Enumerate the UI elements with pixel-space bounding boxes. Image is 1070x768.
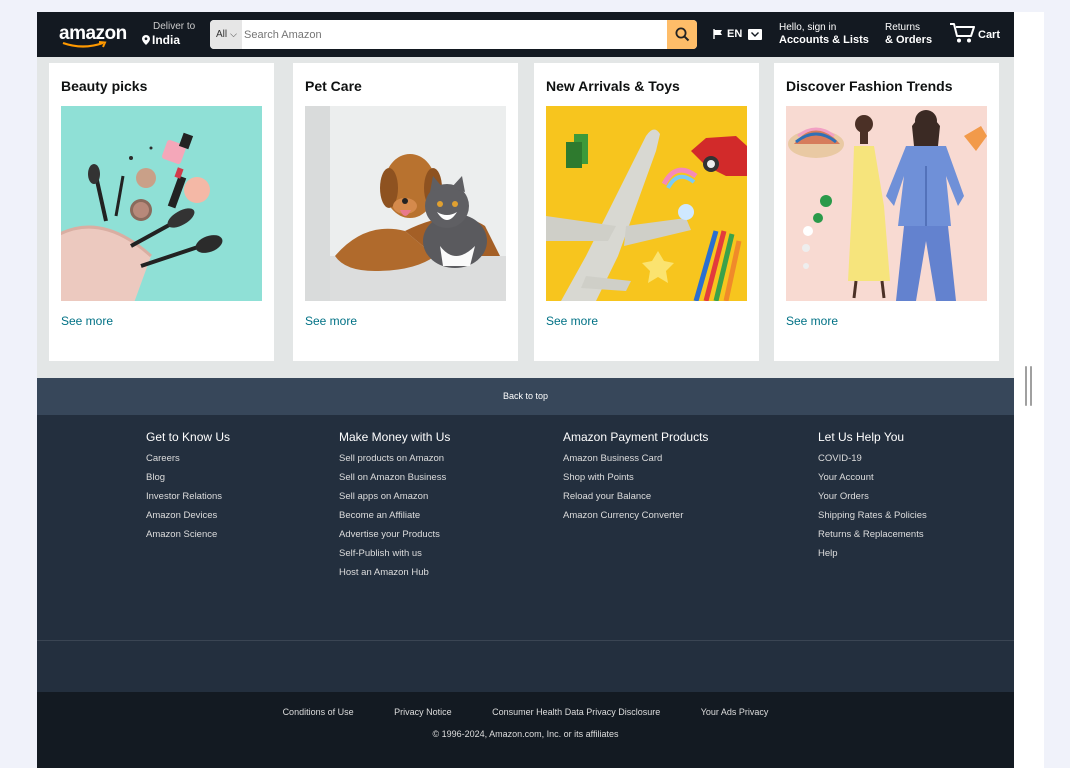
footer-link[interactable]: Amazon Science	[146, 525, 230, 544]
search-scope-dropdown[interactable]: All ⌵	[210, 20, 242, 49]
returns-label: Returns	[885, 22, 921, 33]
card-title: Pet Care	[305, 78, 362, 94]
deliver-to[interactable]: Deliver to India	[142, 21, 195, 47]
footer-link[interactable]: Blog	[146, 468, 230, 487]
pet-care-image[interactable]	[305, 106, 506, 301]
search-button[interactable]	[667, 20, 697, 49]
chevron-down-icon	[748, 28, 763, 40]
cart-label: Cart	[978, 29, 1001, 41]
deliver-label: Deliver to	[153, 21, 196, 32]
footer-link[interactable]: Investor Relations	[146, 487, 230, 506]
footer-column-get-to-know-us: Get to Know Us Careers Blog Investor Rel…	[146, 430, 230, 544]
ads-privacy-link[interactable]: Your Ads Privacy	[701, 707, 769, 717]
legal-links: Conditions of Use Privacy Notice Consume…	[37, 707, 1014, 717]
amazon-page: amazon Deliver to India All ⌵ Search Ama…	[37, 12, 1014, 768]
footer-column-make-money: Make Money with Us Sell products on Amaz…	[339, 430, 450, 582]
back-to-top-button[interactable]: Back to top	[37, 378, 1014, 415]
footer-link[interactable]: Sell products on Amazon	[339, 449, 450, 468]
account-label: Accounts & Lists	[779, 34, 869, 46]
see-more-link[interactable]: See more	[546, 314, 598, 328]
fashion-image[interactable]	[786, 106, 987, 301]
footer-links: Get to Know Us Careers Blog Investor Rel…	[37, 415, 1014, 640]
footer-link[interactable]: Host an Amazon Hub	[339, 563, 450, 582]
flag-icon	[713, 29, 722, 39]
search-scope-label: All	[216, 29, 228, 40]
footer-link[interactable]: Shipping Rates & Policies	[818, 506, 927, 525]
card-title: Discover Fashion Trends	[786, 78, 953, 94]
copyright: © 1996-2024, Amazon.com, Inc. or its aff…	[432, 729, 619, 739]
chevron-down-icon: ⌵	[230, 29, 237, 39]
cart-icon	[950, 23, 975, 43]
footer-heading: Let Us Help You	[818, 430, 905, 444]
card-title: New Arrivals & Toys	[546, 78, 680, 94]
location-pin-icon	[142, 35, 150, 45]
toys-image[interactable]	[546, 106, 747, 301]
account-lists[interactable]: Hello, sign in Accounts & Lists	[779, 22, 869, 47]
footer-link[interactable]: Your Orders	[818, 487, 927, 506]
footer-link[interactable]: Careers	[146, 449, 230, 468]
privacy-notice-link[interactable]: Privacy Notice	[394, 707, 452, 717]
footer-bottom: Conditions of Use Privacy Notice Consume…	[37, 692, 1014, 768]
top-nav: amazon Deliver to India All ⌵ Search Ama…	[37, 12, 1014, 57]
footer-link[interactable]: Amazon Devices	[146, 506, 230, 525]
see-more-link[interactable]: See more	[305, 314, 357, 328]
footer-link[interactable]: Shop with Points	[563, 468, 708, 487]
footer-link[interactable]: Help	[818, 544, 927, 563]
footer-column-payment-products: Amazon Payment Products Amazon Business …	[563, 430, 708, 525]
card-pet-care: Pet Care See more	[293, 63, 518, 361]
amazon-logo[interactable]: amazon	[59, 23, 127, 53]
account-greeting: Hello, sign in	[779, 22, 837, 33]
footer-heading: Get to Know Us	[146, 430, 231, 444]
footer-link[interactable]: Amazon Currency Converter	[563, 506, 708, 525]
language-selector[interactable]: EN	[713, 28, 763, 40]
cart-button[interactable]: Cart	[949, 22, 1000, 44]
card-new-arrivals-toys: New Arrivals & Toys See more	[534, 63, 759, 361]
footer-spacer	[37, 641, 1014, 692]
scrollbar-handle[interactable]	[1025, 366, 1033, 406]
see-more-link[interactable]: See more	[61, 314, 113, 328]
search-input[interactable]	[244, 20, 664, 49]
health-data-privacy-link[interactable]: Consumer Health Data Privacy Disclosure	[492, 707, 660, 717]
beauty-products-image[interactable]	[61, 106, 262, 301]
footer-link[interactable]: Self-Publish with us	[339, 544, 450, 563]
search-bar: All ⌵	[210, 20, 697, 49]
footer-column-help: Let Us Help You COVID-19 Your Account Yo…	[818, 430, 927, 563]
card-fashion-trends: Discover Fashion Trends See more	[774, 63, 999, 361]
footer-link[interactable]: Your Account	[818, 468, 927, 487]
footer-link[interactable]: Sell on Amazon Business	[339, 468, 450, 487]
footer-link[interactable]: Amazon Business Card	[563, 449, 708, 468]
see-more-link[interactable]: See more	[786, 314, 838, 328]
language-code: EN	[727, 28, 743, 40]
footer-link[interactable]: Returns & Replacements	[818, 525, 927, 544]
smile-arrow-icon	[62, 41, 107, 48]
orders-label: & Orders	[885, 34, 933, 46]
footer-link[interactable]: COVID-19	[818, 449, 927, 468]
search-icon	[675, 27, 689, 42]
footer-heading: Amazon Payment Products	[563, 430, 709, 444]
returns-orders[interactable]: Returns & Orders	[885, 22, 932, 47]
footer-link[interactable]: Become an Affiliate	[339, 506, 450, 525]
card-title: Beauty picks	[61, 78, 148, 94]
card-beauty-picks: Beauty picks See more	[49, 63, 274, 361]
conditions-of-use-link[interactable]: Conditions of Use	[283, 707, 354, 717]
footer-heading: Make Money with Us	[339, 430, 451, 444]
deliver-country: India	[152, 33, 181, 47]
footer-link[interactable]: Reload your Balance	[563, 487, 708, 506]
footer-link[interactable]: Advertise your Products	[339, 525, 450, 544]
footer-link[interactable]: Sell apps on Amazon	[339, 487, 450, 506]
